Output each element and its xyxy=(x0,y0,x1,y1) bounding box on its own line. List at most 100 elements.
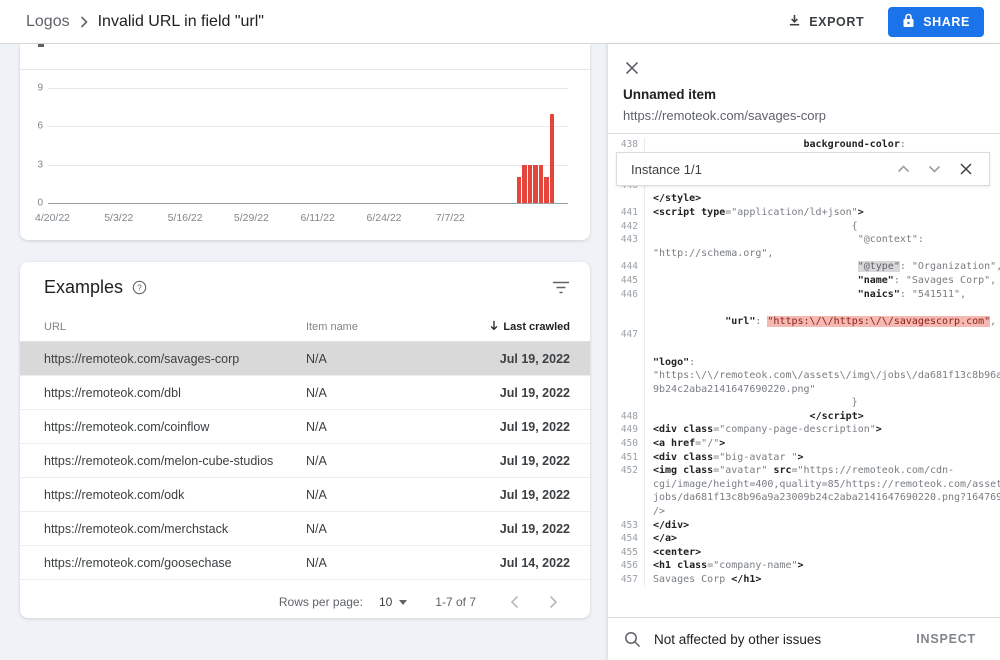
next-page-button[interactable] xyxy=(539,595,568,609)
code-line: 9b24c2aba2141647690220.png" xyxy=(608,382,1000,397)
examples-title: Examples xyxy=(44,276,124,297)
breadcrumb-parent-link[interactable]: Logos xyxy=(26,13,70,31)
table-row[interactable]: https://remoteok.com/savages-corp N/A Jul … xyxy=(20,342,590,376)
line-number: 445 xyxy=(608,273,645,288)
line-content: <a href="/"> xyxy=(653,438,726,450)
row-url: https://remoteok.com/melon-cube-studios xyxy=(44,453,274,468)
column-header-item-name[interactable]: Item name xyxy=(306,321,436,333)
line-content: "@context": xyxy=(653,234,924,246)
error-bar xyxy=(544,177,549,203)
header-bar: Logos Invalid URL in field "url" EXPORT … xyxy=(0,0,1000,44)
table-row[interactable]: https://remoteok.com/goosechase N/A Jul 14… xyxy=(20,546,590,580)
line-number: 446 xyxy=(608,287,645,302)
search-icon xyxy=(624,631,641,648)
code-line: 448 </script> xyxy=(608,409,1000,424)
chart-gridline xyxy=(48,203,568,204)
header-actions: EXPORT SHARE xyxy=(781,6,1000,37)
table-row[interactable]: https://remoteok.com/odk N/A Jul 19, 2022 xyxy=(20,478,590,512)
y-axis-tick-label: 0 xyxy=(37,197,43,209)
y-axis-tick-label: 6 xyxy=(37,120,43,132)
code-line: jobs/da681f13c8b96a9a23009b24c2aba214164… xyxy=(608,491,1000,506)
line-number xyxy=(608,491,645,506)
code-line: } xyxy=(608,396,1000,410)
previous-page-button[interactable] xyxy=(500,595,529,609)
code-line: 446 "naics": "541511", xyxy=(608,287,1000,302)
x-axis-tick-label: 7/7/22 xyxy=(435,212,465,224)
line-content: "https:\/\/remoteok.com\/assets\/img\/jo… xyxy=(653,370,1000,382)
code-line: 455 <center> xyxy=(608,545,1000,560)
code-line: 443 "@context": xyxy=(608,233,1000,247)
y-axis-tick-label: 3 xyxy=(37,159,43,171)
error-bar xyxy=(533,164,538,203)
line-number xyxy=(608,396,645,410)
row-url: https://remoteok.com/goosechase xyxy=(44,555,232,570)
line-number: 456 xyxy=(608,559,645,573)
code-line: 447 xyxy=(608,328,1000,342)
line-content: <div class="company-page-description"> xyxy=(653,424,882,436)
error-trend-chart-card: 9 6 3 0 4/20/22 5/3/22 5/16/22 5/29/22 6/11/22 6/… xyxy=(20,44,590,240)
close-icon[interactable] xyxy=(955,158,977,180)
line-content: background-color: xyxy=(803,139,906,150)
y-axis-tick-label: 9 xyxy=(37,82,43,94)
row-last-crawled: Jul 19, 2022 xyxy=(499,385,570,400)
rows-per-page-label: Rows per page: xyxy=(278,595,363,609)
close-icon[interactable] xyxy=(622,58,642,78)
line-content: cgi/image/height=400,quality=85/https://… xyxy=(653,478,1000,490)
line-content xyxy=(645,301,1000,315)
column-header-url[interactable]: URL xyxy=(20,321,306,333)
line-number: 438 xyxy=(608,138,645,152)
code-line: 450 <a href="/"> xyxy=(608,437,1000,451)
breadcrumb: Logos Invalid URL in field "url" xyxy=(0,13,264,31)
line-number: 442 xyxy=(608,219,645,234)
table-row[interactable]: https://remoteok.com/coinflow N/A Jul 19, … xyxy=(20,410,590,444)
chart-gridline xyxy=(48,126,568,128)
item-url: https://remoteok.com/savages-corp xyxy=(623,108,827,123)
row-last-crawled: Jul 14, 2022 xyxy=(499,555,570,570)
caret-down-icon xyxy=(399,599,408,605)
code-line: 438 background-color: xyxy=(608,138,1000,152)
x-axis-tick-label: 5/16/22 xyxy=(167,212,203,224)
column-header-last-crawled[interactable]: Last crawled xyxy=(436,320,590,334)
rows-per-page-select[interactable]: 10 xyxy=(379,595,408,609)
inspect-button[interactable]: INSPECT xyxy=(910,631,982,647)
export-button[interactable]: EXPORT xyxy=(781,12,870,32)
svg-text:?: ? xyxy=(137,283,142,292)
code-line: "logo": xyxy=(608,355,1000,370)
error-bar xyxy=(522,164,527,203)
code-line: 456 <h1 class="company-name"> xyxy=(608,559,1000,573)
code-line: 442 { xyxy=(608,219,1000,234)
help-icon[interactable]: ? xyxy=(132,280,147,295)
chevron-up-icon[interactable] xyxy=(893,161,914,177)
row-last-crawled: Jul 19, 2022 xyxy=(499,419,570,434)
filter-icon[interactable] xyxy=(552,281,570,294)
code-line: 452 <img class="avatar" src="https://remo… xyxy=(608,464,1000,478)
table-row[interactable]: https://remoteok.com/merchstack N/A Jul 19… xyxy=(20,512,590,546)
row-last-crawled: Jul 19, 2022 xyxy=(499,351,570,366)
chevron-down-icon[interactable] xyxy=(924,161,945,177)
line-content: </a> xyxy=(653,533,678,545)
code-line: "https:\/\/remoteok.com\/assets\/img\/jo… xyxy=(608,369,1000,383)
download-icon xyxy=(787,13,802,31)
error-bar xyxy=(538,164,544,203)
chevron-right-icon xyxy=(80,15,88,28)
examples-table-header: URL Item name Last crawled xyxy=(20,312,590,342)
row-url: https://remoteok.com/dbl xyxy=(44,385,181,400)
table-row[interactable]: https://remoteok.com/melon-cube-studios N… xyxy=(20,444,590,478)
code-line xyxy=(608,301,1000,315)
table-row[interactable]: https://remoteok.com/dbl N/A Jul 19, 2022 xyxy=(20,376,590,410)
line-content: Savages Corp </h1> xyxy=(653,574,762,585)
line-content: "naics": "541511", xyxy=(857,288,967,300)
share-button[interactable]: SHARE xyxy=(888,6,984,37)
row-item-name: N/A xyxy=(306,351,327,366)
line-content: </script> xyxy=(809,410,864,422)
row-item-name: N/A xyxy=(306,555,327,570)
code-line: 441 <script type="application/ld+json"> xyxy=(608,205,1000,220)
line-number: 450 xyxy=(608,437,645,451)
line-number: 454 xyxy=(608,532,645,546)
chart-gridline xyxy=(48,87,568,89)
code-line: 457 Savages Corp </h1> xyxy=(608,573,1000,587)
line-content: jobs/da681f13c8b96a9a23009b24c2aba214164… xyxy=(653,492,1000,504)
line-content: <script type="application/ld+json"> xyxy=(653,206,864,218)
code-line: </style> xyxy=(608,192,1000,206)
source-code-viewer[interactable]: Instance 1/1 438 background-color:440</s xyxy=(608,133,1000,618)
